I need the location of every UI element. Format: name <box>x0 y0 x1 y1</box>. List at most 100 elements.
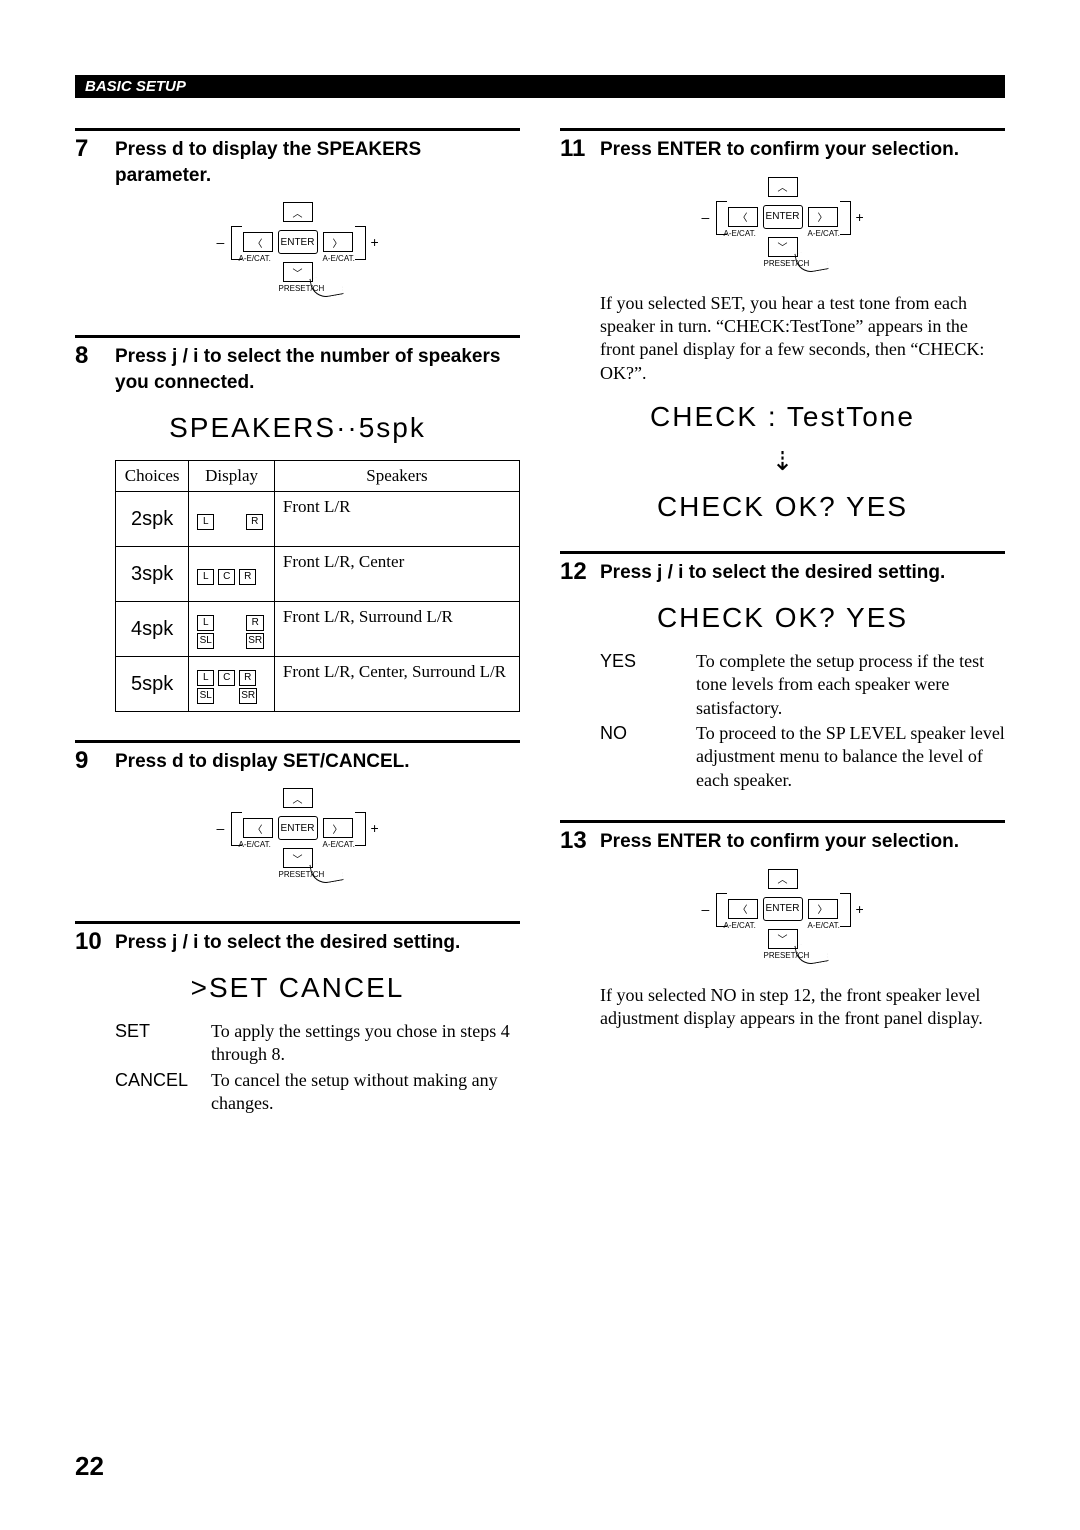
right-button-icon: 〉 <box>808 899 838 919</box>
step-instruction: Press j / i to select the number of spea… <box>115 344 520 395</box>
speaker-box-icon: R <box>239 569 256 585</box>
def-desc: To cancel the setup without making any c… <box>211 1069 520 1116</box>
def-term: NO <box>600 722 680 792</box>
section-header: BASIC SETUP <box>75 75 1005 98</box>
speaker-box-icon: SL <box>197 688 214 704</box>
step-12: 12 Press j / i to select the desired set… <box>560 551 1005 792</box>
step-10: 10 Press j / i to select the desired set… <box>75 921 520 1115</box>
up-button-icon: ︿ <box>768 177 798 197</box>
control-pad-diagram: ︿ ﹀ 〈 〉 ENTER – + A-E/CAT. A-E/CAT. PRES… <box>688 177 878 277</box>
step-8: 8 Press j / i to select the number of sp… <box>75 335 520 711</box>
step-instruction: Press d to display SET/CANCEL. <box>115 749 520 775</box>
plus-label: + <box>371 820 379 836</box>
speakers-table: Choices Display Speakers 2spk L <box>115 460 520 712</box>
minus-label: – <box>217 234 225 250</box>
step-paragraph: If you selected SET, you hear a test ton… <box>600 292 1005 386</box>
speakers-cell: Front L/R, Surround L/R <box>274 601 519 656</box>
right-column: 11 Press ENTER to confirm your selection… <box>560 128 1005 1144</box>
up-button-icon: ︿ <box>283 788 313 808</box>
step-number: 12 <box>560 560 584 584</box>
down-button-icon: ﹀ <box>768 929 798 949</box>
step-instruction: Press j / i to select the desired settin… <box>600 560 1005 586</box>
step-instruction: Press ENTER to confirm your selection. <box>600 137 1005 163</box>
table-row: 3spk L C R Front L/R, Center <box>116 546 520 601</box>
step-13: 13 Press ENTER to confirm your selection… <box>560 820 1005 1030</box>
lcd-display: CHECK OK? YES <box>560 602 1005 634</box>
plus-label: + <box>371 234 379 250</box>
minus-label: – <box>702 901 710 917</box>
speaker-box-icon: SR <box>239 688 257 704</box>
minus-label: – <box>702 209 710 225</box>
speaker-box-icon: L <box>197 670 214 686</box>
plus-label: + <box>856 901 864 917</box>
speakers-cell: Front L/R, Center <box>274 546 519 601</box>
step-7: 7 Press d to display the SPEAKERS parame… <box>75 128 520 307</box>
enter-button-icon: ENTER <box>278 816 318 840</box>
pad-label-left: A-E/CAT. <box>239 254 271 263</box>
callout-arrow-icon <box>794 248 828 274</box>
up-button-icon: ︿ <box>768 869 798 889</box>
def-term: SET <box>115 1020 195 1067</box>
def-term: CANCEL <box>115 1069 195 1116</box>
table-row: 2spk L R Front L/R <box>116 491 520 546</box>
left-button-icon: 〈 <box>243 818 273 838</box>
table-row: 5spk L C R SL <box>116 656 520 711</box>
step-instruction: Press d to display the SPEAKERS paramete… <box>115 137 520 188</box>
speaker-box-icon: SL <box>197 633 214 649</box>
two-column-layout: 7 Press d to display the SPEAKERS parame… <box>75 128 1005 1144</box>
speaker-box-icon: R <box>239 670 256 686</box>
right-button-icon: 〉 <box>323 818 353 838</box>
display-cell: L C R <box>189 546 275 601</box>
bracket-right-icon <box>355 226 366 260</box>
speaker-box-icon: C <box>218 670 235 686</box>
choice-cell: 3spk <box>116 546 189 601</box>
speaker-box-icon: C <box>218 569 235 585</box>
control-pad-diagram: ︿ ﹀ 〈 〉 ENTER – + A-E/CAT. A-E/CAT. PRES… <box>203 202 393 302</box>
choice-cell: 2spk <box>116 491 189 546</box>
def-term: YES <box>600 650 680 720</box>
down-button-icon: ﹀ <box>768 237 798 257</box>
step-number: 13 <box>560 829 584 853</box>
list-item: YES To complete the setup process if the… <box>600 650 1005 720</box>
speaker-box-icon: L <box>197 514 214 530</box>
step-number: 11 <box>560 137 584 161</box>
def-desc: To proceed to the SP LEVEL speaker level… <box>696 722 1005 792</box>
lcd-display: SPEAKERS··5spk <box>75 412 520 444</box>
down-button-icon: ﹀ <box>283 848 313 868</box>
right-button-icon: 〉 <box>808 207 838 227</box>
minus-label: – <box>217 820 225 836</box>
def-desc: To complete the setup process if the tes… <box>696 650 1005 720</box>
up-button-icon: ︿ <box>283 202 313 222</box>
def-desc: To apply the settings you chose in steps… <box>211 1020 520 1067</box>
control-pad-diagram: ︿ ﹀ 〈 〉 ENTER – + A-E/CAT. A-E/CAT. PRES… <box>203 788 393 888</box>
display-cell: L R <box>189 491 275 546</box>
step-11: 11 Press ENTER to confirm your selection… <box>560 128 1005 523</box>
speakers-cell: Front L/R <box>274 491 519 546</box>
down-button-icon: ﹀ <box>283 262 313 282</box>
choice-cell: 4spk <box>116 601 189 656</box>
enter-button-icon: ENTER <box>763 897 803 921</box>
left-button-icon: 〈 <box>728 899 758 919</box>
bracket-right-icon <box>355 812 366 846</box>
display-cell: L C R SL SR <box>189 656 275 711</box>
bracket-right-icon <box>840 893 851 927</box>
pad-label-right: A-E/CAT. <box>323 840 355 849</box>
down-arrow-icon: ⇣ <box>560 449 1005 475</box>
definition-list: SET To apply the settings you chose in s… <box>115 1020 520 1116</box>
lcd-display: >SET CANCEL <box>75 972 520 1004</box>
pad-label-right: A-E/CAT. <box>323 254 355 263</box>
display-cell: L SL R SR <box>189 601 275 656</box>
step-number: 7 <box>75 137 99 161</box>
step-number: 9 <box>75 749 99 773</box>
pad-label-left: A-E/CAT. <box>724 229 756 238</box>
table-row: 4spk L SL R <box>116 601 520 656</box>
step-paragraph: If you selected NO in step 12, the front… <box>600 984 1005 1031</box>
right-button-icon: 〉 <box>323 232 353 252</box>
step-9: 9 Press d to display SET/CANCEL. ︿ ﹀ 〈 〉… <box>75 740 520 894</box>
callout-arrow-icon <box>794 940 828 966</box>
lcd-display: CHECK OK? YES <box>560 491 1005 523</box>
page-number: 22 <box>75 1451 104 1482</box>
pad-label-right: A-E/CAT. <box>808 229 840 238</box>
lcd-display: CHECK : TestTone <box>560 401 1005 433</box>
step-number: 10 <box>75 930 99 954</box>
